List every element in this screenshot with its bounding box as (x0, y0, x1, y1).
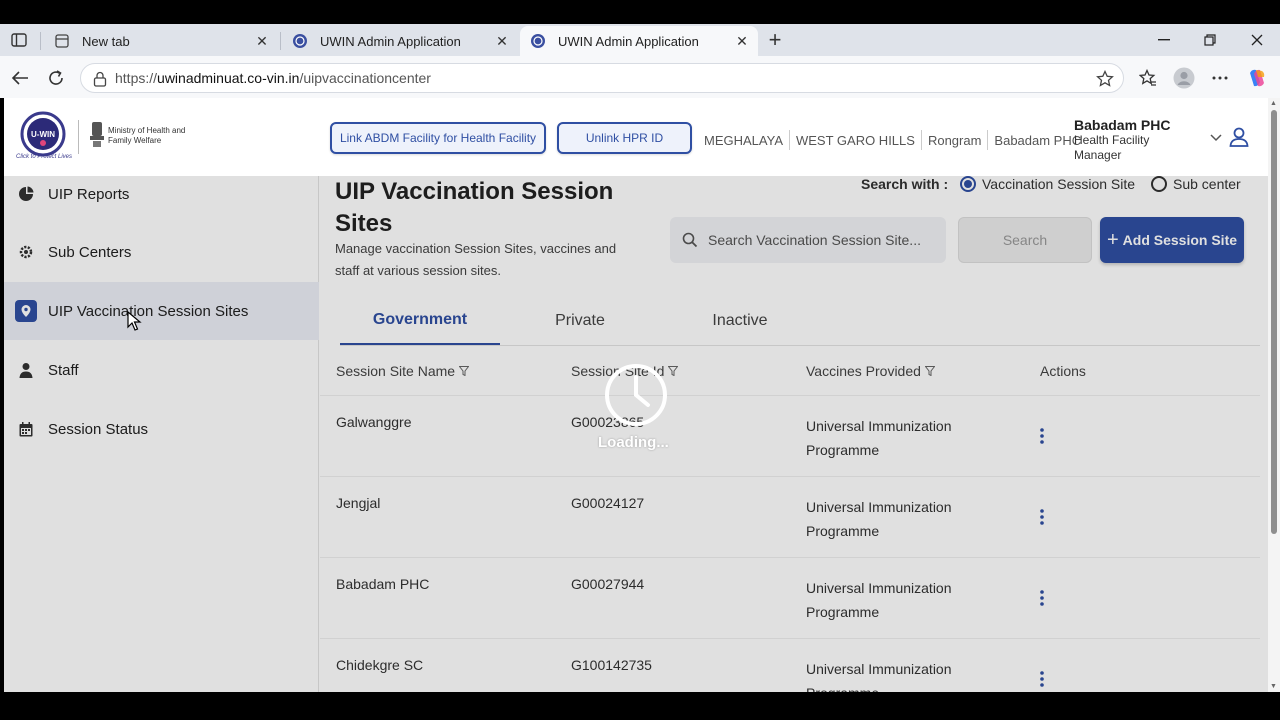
crumb-district: WEST GARO HILLS (795, 132, 915, 148)
crumb-block: Rongram (927, 132, 982, 148)
copilot-icon[interactable] (1245, 66, 1269, 90)
link-abdm-button[interactable]: Link ABDM Facility for Health Facility (330, 122, 546, 154)
unlink-hpr-button[interactable]: Unlink HPR ID (557, 122, 692, 154)
browser-tab-bar: New tab ✕ UWIN Admin Application ✕ UWIN … (0, 24, 1280, 56)
url-path: /uipvaccinationcenter (299, 70, 431, 86)
chevron-down-icon[interactable] (1209, 130, 1223, 144)
scroll-down-icon[interactable]: ▼ (1270, 683, 1277, 690)
tab-label: UWIN Admin Application (558, 33, 699, 49)
crumb-facility: Babadam PHC (994, 132, 1082, 148)
bottom-bar (0, 692, 1280, 720)
profile-avatar-icon[interactable] (1172, 66, 1196, 90)
tab-new-tab[interactable]: New tab ✕ (44, 26, 278, 56)
more-options-icon[interactable] (1208, 66, 1232, 90)
url-host: uwinadminuat.co-vin.in (157, 70, 300, 86)
app-page: U-WIN Click to Protect Lives Ministry of… (4, 98, 1268, 692)
user-profile-icon[interactable] (1228, 126, 1250, 148)
close-icon[interactable]: ✕ (734, 33, 750, 49)
favorite-star-icon[interactable] (1095, 69, 1115, 89)
lock-icon[interactable] (91, 70, 109, 88)
new-tab-icon (54, 33, 70, 49)
address-bar-row: https://uwinadminuat.co-vin.in/uipvaccin… (0, 56, 1280, 98)
national-emblem-icon (90, 122, 104, 147)
minimize-icon[interactable] (1152, 28, 1176, 52)
user-name[interactable]: Babadam PHC (1074, 117, 1170, 133)
scrollbar-thumb[interactable] (1271, 110, 1277, 534)
tab-label: UWIN Admin Application (320, 33, 461, 49)
ministry-name: Ministry of Health and Family Welfare (108, 126, 186, 145)
uwin-logo-text: U-WIN (31, 130, 55, 139)
back-icon[interactable] (8, 66, 32, 90)
uwin-favicon-icon (292, 33, 308, 49)
loading-clock-icon (605, 364, 667, 426)
page-scrollbar[interactable]: ▲ ▼ (1268, 98, 1280, 692)
close-icon[interactable]: ✕ (494, 33, 510, 49)
mouse-cursor-icon (127, 311, 142, 331)
refresh-icon[interactable] (44, 66, 68, 90)
loading-text: Loading... (598, 434, 669, 451)
tab-actions-icon[interactable] (8, 30, 30, 50)
tab-uwin-1[interactable]: UWIN Admin Application ✕ (282, 26, 518, 56)
url-prefix: https:// (115, 70, 158, 86)
tab-uwin-2[interactable]: UWIN Admin Application ✕ (520, 26, 758, 56)
restore-icon[interactable] (1198, 28, 1222, 52)
user-role: Health Facility Manager (1074, 133, 1150, 162)
new-tab-button[interactable]: + (763, 27, 787, 52)
scroll-up-icon[interactable]: ▲ (1270, 100, 1277, 107)
url-field[interactable]: https://uwinadminuat.co-vin.in/uipvaccin… (80, 63, 1124, 93)
uwin-favicon-icon (530, 33, 546, 49)
uwin-tagline: Click to Protect Lives (16, 154, 73, 160)
favorites-icon[interactable] (1136, 66, 1160, 90)
close-icon[interactable]: ✕ (254, 33, 270, 49)
window-close-icon[interactable] (1245, 28, 1269, 52)
tab-label: New tab (82, 33, 130, 49)
logo-divider (78, 120, 79, 154)
location-breadcrumb: MEGHALAYA WEST GARO HILLS Rongram Babada… (704, 130, 1081, 150)
crumb-state: MEGHALAYA (704, 132, 783, 148)
screen: New tab ✕ UWIN Admin Application ✕ UWIN … (0, 0, 1280, 720)
